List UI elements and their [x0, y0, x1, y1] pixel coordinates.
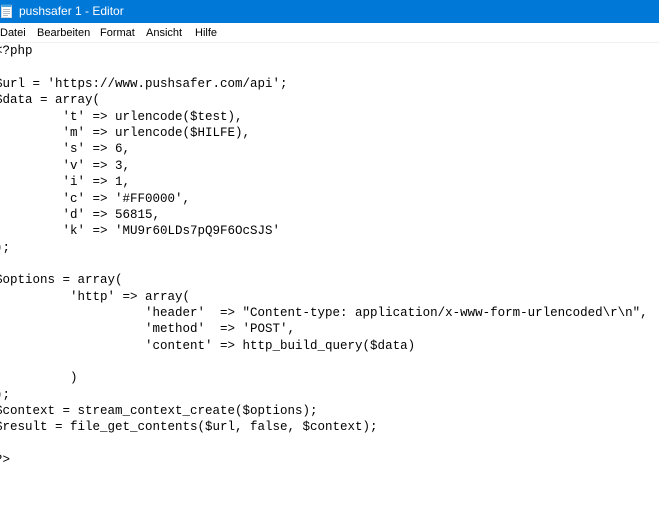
code-line: 't' => urlencode($test), — [0, 110, 243, 124]
notepad-icon[interactable] — [1, 4, 12, 18]
code-line: 'm' => urlencode($HILFE), — [0, 126, 251, 140]
menu-item-format[interactable]: Format — [100, 26, 135, 40]
code-line: 'i' => 1, — [0, 175, 131, 189]
code-line: ); — [0, 388, 11, 402]
code-line: 'http' => array( — [0, 290, 191, 304]
window-title: pushsafer 1 - Editor — [19, 4, 124, 18]
code-line: $result = file_get_contents($url, false,… — [0, 420, 378, 434]
code-line: ); — [0, 241, 11, 255]
code-line: 'd' => 56815, — [0, 208, 161, 222]
menu-bar: Datei Bearbeiten Format Ansicht Hilfe — [0, 23, 659, 43]
code-line: 'v' => 3, — [0, 159, 131, 173]
code-line: 's' => 6, — [0, 142, 131, 156]
menu-item-ansicht[interactable]: Ansicht — [146, 26, 182, 40]
menu-item-bearbeiten[interactable]: Bearbeiten — [37, 26, 90, 40]
menu-item-datei[interactable]: Datei — [0, 26, 26, 40]
code-line: $options = array( — [0, 273, 123, 287]
code-line: ) — [0, 371, 78, 385]
code-line: 'c' => '#FF0000', — [0, 192, 191, 206]
code-line: 'header' => "Content-type: application/x… — [0, 306, 648, 320]
code-line: $data = array( — [0, 93, 101, 107]
notepad-window: pushsafer 1 - Editor Datei Bearbeiten Fo… — [0, 0, 659, 505]
code-line: ?> — [0, 453, 11, 467]
code-line: $context = stream_context_create($option… — [0, 404, 318, 418]
text-editor-area[interactable]: <?php $url = 'https://www.pushsafer.com/… — [0, 43, 659, 505]
code-line: <?php — [0, 44, 33, 58]
code-line: 'content' => http_build_query($data) — [0, 339, 416, 353]
code-line: 'method' => 'POST', — [0, 322, 296, 336]
code-line: $url = 'https://www.pushsafer.com/api'; — [0, 77, 288, 91]
code-line: 'k' => 'MU9r60LDs7pQ9F6OcSJS' — [0, 224, 281, 238]
title-bar[interactable]: pushsafer 1 - Editor — [0, 0, 659, 23]
menu-item-hilfe[interactable]: Hilfe — [195, 26, 217, 40]
